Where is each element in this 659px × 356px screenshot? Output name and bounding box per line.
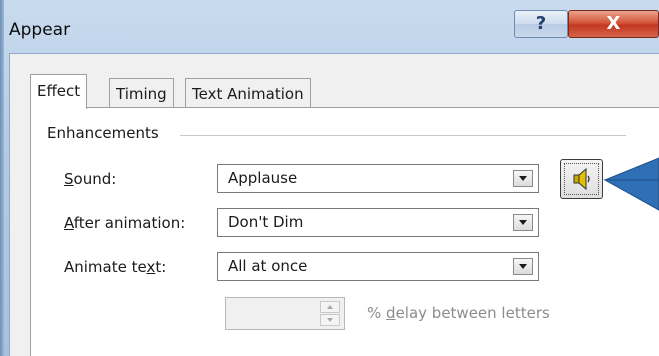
enhancements-group-label: Enhancements xyxy=(47,124,165,142)
tab-effect[interactable]: Effect xyxy=(30,74,88,109)
delay-label: % delay between letters xyxy=(367,304,550,322)
question-mark-icon: ? xyxy=(535,13,547,34)
spinner-arrows xyxy=(320,301,340,326)
sound-dropdown[interactable]: Applause xyxy=(217,164,539,193)
tab-text-animation[interactable]: Text Animation xyxy=(185,78,311,108)
chevron-down-icon[interactable] xyxy=(513,258,533,275)
speaker-icon xyxy=(573,167,590,191)
sound-value: Applause xyxy=(228,169,298,187)
after-animation-dropdown[interactable]: Don't Dim xyxy=(217,208,539,237)
group-divider xyxy=(180,135,626,137)
help-button[interactable]: ? xyxy=(514,10,568,38)
spinner-down-icon[interactable] xyxy=(320,314,340,326)
dialog-title: Appear xyxy=(9,20,71,40)
animate-text-label: Animate text: xyxy=(64,258,167,276)
close-button[interactable]: X xyxy=(568,10,659,38)
callout-arrow-icon xyxy=(603,157,659,211)
after-animation-value: Don't Dim xyxy=(228,213,304,231)
animate-text-dropdown[interactable]: All at once xyxy=(217,252,539,281)
close-icon: X xyxy=(606,13,621,34)
after-animation-label: After animation: xyxy=(64,214,186,232)
sound-label: Sound: xyxy=(64,170,117,188)
tab-timing[interactable]: Timing xyxy=(109,78,174,108)
chevron-down-icon[interactable] xyxy=(513,214,533,231)
delay-spinner[interactable] xyxy=(225,297,345,330)
chevron-down-icon[interactable] xyxy=(513,170,533,187)
sound-preview-button[interactable] xyxy=(560,159,603,199)
animate-text-value: All at once xyxy=(228,257,308,275)
spinner-up-icon[interactable] xyxy=(320,301,340,313)
